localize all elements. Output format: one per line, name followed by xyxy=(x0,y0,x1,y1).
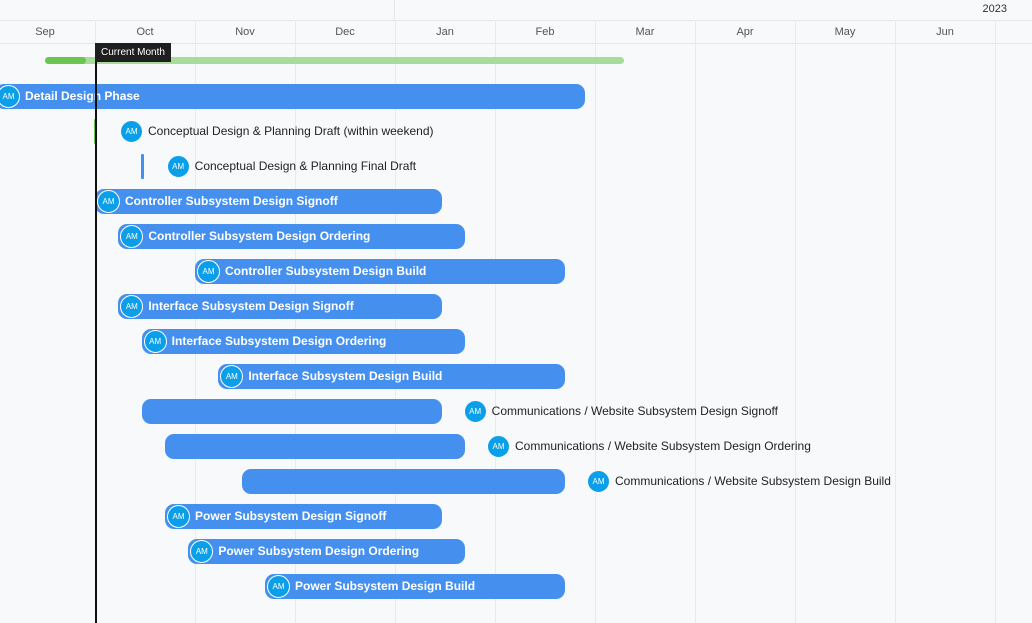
task-bar-content: AM Power Subsystem Design Build xyxy=(267,574,475,599)
task-bar[interactable] xyxy=(141,398,442,424)
month-gridline xyxy=(895,20,896,623)
summary-progress-fill xyxy=(45,57,86,64)
milestone-label-group[interactable]: AM Conceptual Design & Planning Final Dra… xyxy=(166,154,417,179)
milestone-label: Conceptual Design & Planning Draft (with… xyxy=(148,124,434,138)
assignee-avatar[interactable]: AM xyxy=(587,469,610,493)
task-label: Power Subsystem Design Ordering xyxy=(218,544,420,558)
milestone-marker[interactable] xyxy=(140,153,144,179)
month-label: Mar xyxy=(635,26,655,38)
assignee-avatar[interactable]: AM xyxy=(167,504,190,528)
assignee-avatar[interactable]: AM xyxy=(190,539,214,563)
task-bar[interactable]: AM Power Subsystem Design Ordering xyxy=(188,538,465,564)
task-label: Communications / Website Subsystem Desig… xyxy=(491,404,779,418)
assignee-avatar[interactable]: AM xyxy=(267,574,290,598)
task-label: Communications / Website Subsystem Desig… xyxy=(615,474,891,488)
year-header: 2023 xyxy=(0,0,1032,20)
task-bar-content: AM Interface Subsystem Design Build xyxy=(220,364,442,389)
month-label: Feb xyxy=(535,26,555,38)
task-bar-content: AM Interface Subsystem Design Signoff xyxy=(120,294,354,319)
task-label: Controller Subsystem Design Build xyxy=(225,264,427,278)
assignee-avatar[interactable]: AM xyxy=(97,189,120,213)
month-gridline xyxy=(395,20,396,623)
month-label: Sep xyxy=(35,26,55,38)
task-label: Controller Subsystem Design Ordering xyxy=(148,229,371,243)
task-bar[interactable]: AM Power Subsystem Design Build xyxy=(265,573,565,599)
month-gridline xyxy=(495,20,496,623)
task-outside-label-group[interactable]: AM Communications / Website Subsystem Des… xyxy=(487,434,811,459)
gantt-timeline: 2023 Sep Oct Nov Dec Jan Feb Mar Apr May Jun AM De… xyxy=(0,0,1032,623)
month-label: Apr xyxy=(736,26,754,38)
task-bar-content: AM Interface Subsystem Design Ordering xyxy=(143,329,387,354)
task-label: Power Subsystem Design Signoff xyxy=(195,509,387,523)
task-label: Interface Subsystem Design Ordering xyxy=(171,334,387,348)
assignee-avatar[interactable]: AM xyxy=(197,259,220,283)
year-divider xyxy=(394,0,395,20)
task-label: Detail Design Phase xyxy=(25,89,140,103)
month-label: May xyxy=(834,26,856,38)
task-label: Power Subsystem Design Build xyxy=(295,579,476,593)
task-bar[interactable]: AM Interface Subsystem Design Build xyxy=(218,363,565,389)
task-label: Interface Subsystem Design Build xyxy=(248,369,443,383)
task-bar[interactable]: AM Controller Subsystem Design Ordering xyxy=(118,223,465,249)
assignee-avatar[interactable]: AM xyxy=(166,154,190,178)
task-bar-content: AM Controller Subsystem Design Ordering xyxy=(120,224,370,249)
assignee-avatar[interactable]: AM xyxy=(120,224,144,248)
month-label: Oct xyxy=(136,26,154,38)
task-bar[interactable] xyxy=(165,433,465,459)
task-label: Controller Subsystem Design Signoff xyxy=(125,194,338,208)
task-bar[interactable]: AM Interface Subsystem Design Signoff xyxy=(118,293,442,319)
assignee-avatar[interactable]: AM xyxy=(0,84,20,108)
task-bar-content: AM Detail Design Phase xyxy=(0,84,140,109)
assignee-avatar[interactable]: AM xyxy=(487,434,510,458)
month-header: Sep Oct Nov Dec Jan Feb Mar Apr May Jun xyxy=(0,20,1032,44)
month-label: Jun xyxy=(936,26,954,38)
month-gridline xyxy=(995,20,996,623)
task-bar[interactable]: AM Controller Subsystem Design Signoff xyxy=(95,188,442,214)
year-label: 2023 xyxy=(982,3,1007,15)
task-bar[interactable]: AM Power Subsystem Design Signoff xyxy=(165,503,442,529)
month-gridline xyxy=(195,20,196,623)
assignee-avatar[interactable]: AM xyxy=(220,364,244,388)
task-outside-label-group[interactable]: AM Communications / Website Subsystem Des… xyxy=(463,399,779,424)
task-outside-label-group[interactable]: AM Communications / Website Subsystem Des… xyxy=(587,469,891,494)
task-bar[interactable] xyxy=(241,468,565,494)
task-label: Communications / Website Subsystem Desig… xyxy=(515,439,811,453)
current-month-tag: Current Month xyxy=(95,43,171,62)
task-bar[interactable]: AM Interface Subsystem Design Ordering xyxy=(141,328,465,354)
month-gridline xyxy=(595,20,596,623)
task-bar-content: AM Power Subsystem Design Ordering xyxy=(190,539,419,564)
assignee-avatar[interactable]: AM xyxy=(463,399,487,423)
current-month-line xyxy=(95,43,97,623)
month-gridline xyxy=(795,20,796,623)
month-gridline xyxy=(695,20,696,623)
task-bar[interactable]: AM Detail Design Phase xyxy=(0,83,585,109)
assignee-avatar[interactable]: AM xyxy=(120,294,144,318)
milestone-label: Conceptual Design & Planning Final Draft xyxy=(194,159,417,173)
month-label: Nov xyxy=(235,26,255,38)
month-gridline xyxy=(295,20,296,623)
task-bar-content: AM Controller Subsystem Design Signoff xyxy=(97,189,338,214)
task-bar-content: AM Power Subsystem Design Signoff xyxy=(167,504,386,529)
assignee-avatar[interactable]: AM xyxy=(120,119,143,143)
task-label: Interface Subsystem Design Signoff xyxy=(148,299,354,313)
milestone-label-group[interactable]: AM Conceptual Design & Planning Draft (wi… xyxy=(120,119,434,144)
task-bar-content: AM Controller Subsystem Design Build xyxy=(197,259,426,284)
task-bar[interactable]: AM Controller Subsystem Design Build xyxy=(195,258,565,284)
month-label: Dec xyxy=(335,26,355,38)
month-label: Jan xyxy=(436,26,454,38)
assignee-avatar[interactable]: AM xyxy=(143,329,167,353)
